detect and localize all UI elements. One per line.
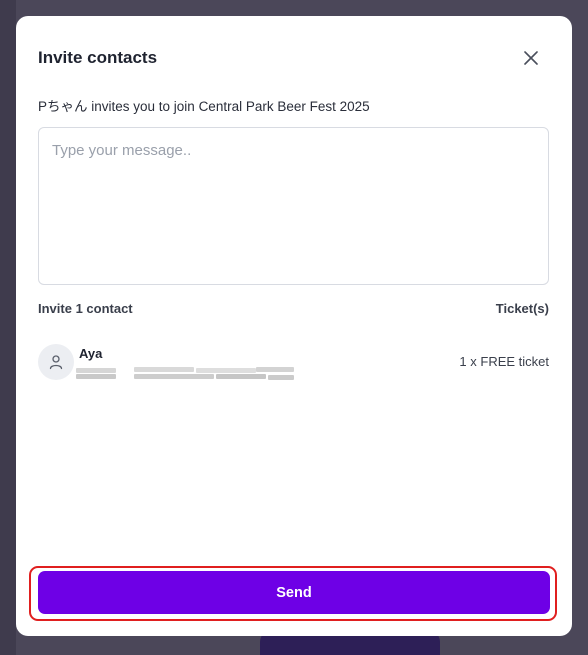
contact-detail-obscured — [76, 365, 296, 383]
close-button[interactable] — [520, 47, 542, 69]
contact-name: Aya — [79, 346, 103, 361]
invite-subtitle: Pちゃん invites you to join Central Park Be… — [38, 99, 370, 114]
avatar — [38, 344, 74, 380]
backdrop — [0, 0, 16, 655]
contact-row: Aya 1 x FREE ticket — [38, 344, 549, 384]
message-input[interactable] — [39, 128, 548, 284]
tickets-header: Ticket(s) — [495, 301, 549, 316]
send-button[interactable]: Send — [38, 571, 550, 614]
close-icon — [524, 51, 538, 65]
ticket-info: 1 x FREE ticket — [459, 354, 549, 369]
user-icon — [49, 355, 63, 370]
dialog-title: Invite contacts — [38, 48, 158, 67]
invite-contacts-dialog: Invite contacts Pちゃん invites you to join… — [16, 16, 572, 636]
message-field[interactable] — [38, 127, 549, 285]
invite-count-label: Invite 1 contact — [38, 301, 133, 316]
